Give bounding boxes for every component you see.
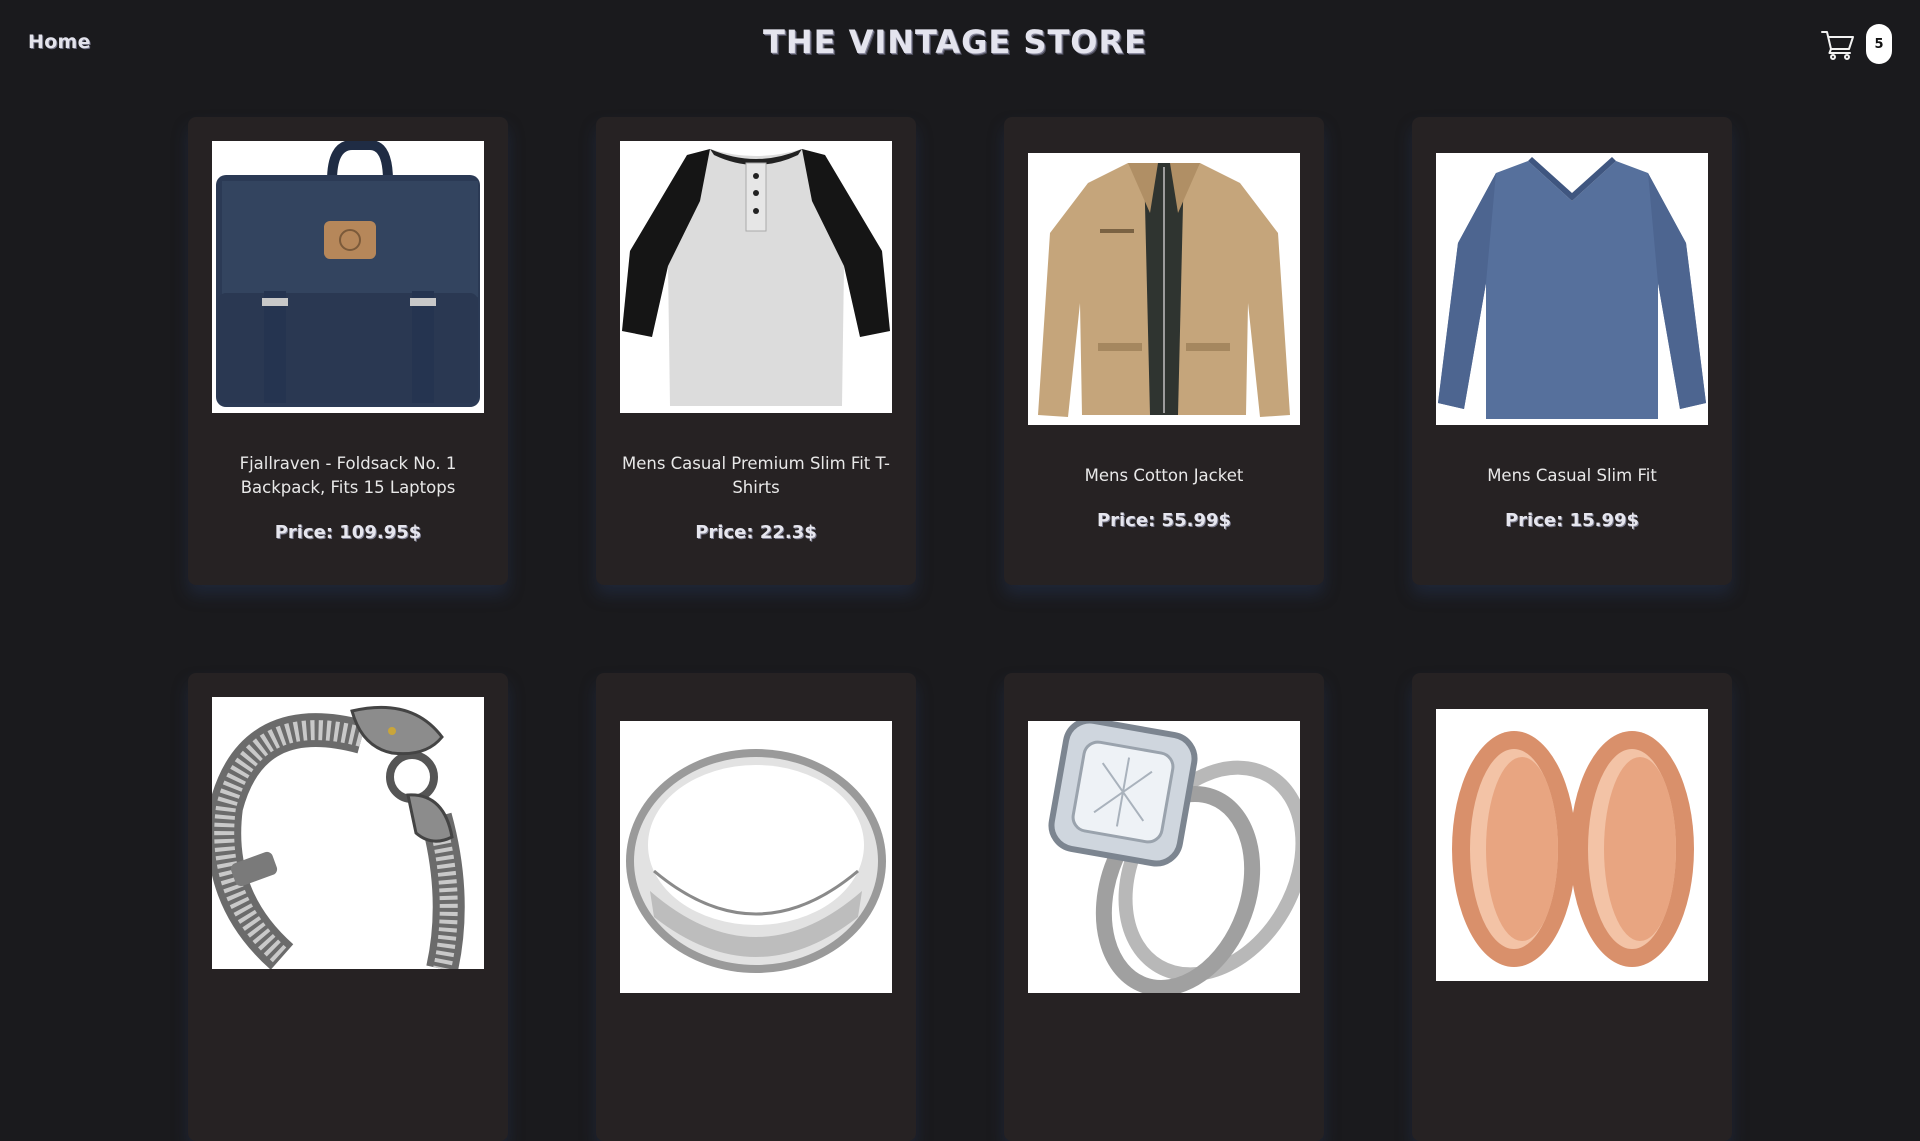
cart-count-badge[interactable]: 5 — [1866, 24, 1892, 64]
product-price: Price: 55.99$ — [1096, 510, 1232, 531]
product-image — [620, 141, 892, 413]
product-image — [1436, 153, 1708, 425]
cart: 5 — [1820, 24, 1892, 64]
product-card[interactable]: Fjallraven - Foldsack No. 1 Backpack, Fi… — [188, 117, 508, 585]
product-card[interactable]: Mens Casual Slim Fit Price: 15.99$ — [1412, 117, 1732, 585]
store-title: THE VINTAGE STORE — [762, 23, 1147, 61]
product-name: Mens Cotton Jacket — [1084, 466, 1244, 485]
product-price: Price: 109.95$ — [274, 522, 422, 543]
product-card[interactable] — [1004, 673, 1324, 1141]
site-header: Home THE VINTAGE STORE 5 — [0, 0, 1920, 90]
product-name: Mens Casual Premium Slim Fit T-Shirts — [621, 454, 891, 497]
product-card[interactable] — [188, 673, 508, 1141]
product-image — [212, 141, 484, 413]
product-image — [1028, 153, 1300, 425]
product-card[interactable]: Mens Cotton Jacket Price: 55.99$ — [1004, 117, 1324, 585]
product-name: Fjallraven - Foldsack No. 1 Backpack, Fi… — [239, 454, 457, 497]
shopping-cart-icon[interactable] — [1820, 26, 1856, 62]
product-card[interactable]: Mens Casual Premium Slim Fit T-Shirts Pr… — [596, 117, 916, 585]
product-price: Price: 15.99$ — [1504, 510, 1640, 531]
product-image — [212, 697, 484, 969]
product-card[interactable] — [596, 673, 916, 1141]
product-image — [1028, 721, 1300, 993]
product-name: Mens Casual Slim Fit — [1487, 466, 1657, 485]
product-grid: Fjallraven - Foldsack No. 1 Backpack, Fi… — [188, 117, 1732, 1141]
product-card[interactable] — [1412, 673, 1732, 1141]
product-image — [1436, 709, 1708, 981]
product-price: Price: 22.3$ — [695, 522, 817, 543]
product-image — [620, 721, 892, 993]
